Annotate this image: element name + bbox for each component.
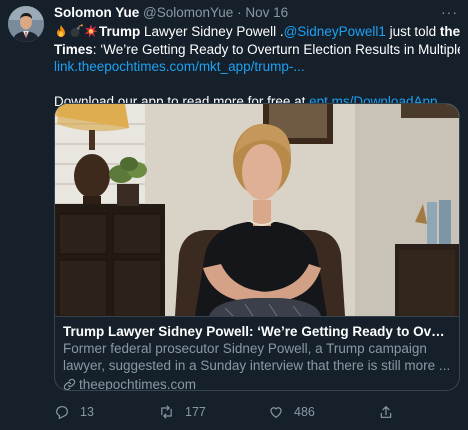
tweet-content: Solomon Yue @SolomonYue · Nov 16 Trump L… (54, 4, 460, 110)
tweet-text: Trump Lawyer Sidney Powell .@SidneyPowel… (54, 23, 460, 110)
card-image (55, 104, 459, 317)
tweet-date[interactable]: Nov 16 (245, 5, 288, 20)
avatar[interactable] (8, 6, 44, 42)
text-times: Times (54, 41, 93, 57)
link-card[interactable]: Trump Lawyer Sidney Powell: ‘We’re Getti… (54, 103, 460, 391)
fire-icon (54, 24, 68, 38)
text-epoch: the Epoch (439, 24, 460, 39)
link-icon (63, 378, 76, 390)
author-name[interactable]: Solomon Yue (54, 5, 139, 20)
text-quote: : ‘We’re Getting Ready to Overturn Elect… (92, 41, 460, 57)
explosion-icon (84, 24, 98, 38)
reply-button[interactable]: 13 (54, 404, 94, 420)
retweet-icon (161, 405, 172, 419)
share-icon (380, 406, 392, 418)
tweet-header: Solomon Yue @SolomonYue · Nov 16 (54, 4, 460, 22)
author-handle[interactable]: @SolomonYue (143, 5, 233, 20)
card-description: Former federal prosecutor Sidney Powell,… (63, 341, 451, 373)
tweet-actions: 13 177 486 (54, 404, 454, 424)
card-domain: theepochtimes.com (63, 376, 451, 391)
text-trump: Trump (99, 24, 141, 39)
reply-count: 13 (80, 405, 94, 419)
tweet[interactable]: ··· Solomon Yue @SolomonYue · Nov 16 Tru… (0, 0, 468, 430)
text-lawyer: Lawyer Sidney Powell . (140, 24, 284, 39)
like-button[interactable]: 486 (268, 404, 315, 420)
header-separator: · (237, 5, 242, 20)
reply-icon (56, 406, 68, 420)
card-title: Trump Lawyer Sidney Powell: ‘We’re Getti… (63, 324, 451, 339)
retweet-count: 177 (185, 405, 206, 419)
retweet-button[interactable]: 177 (158, 404, 206, 420)
text-just-told: just told (385, 24, 440, 39)
article-link[interactable]: link.theepochtimes.com/mkt_app/trump-... (54, 59, 305, 74)
share-button[interactable] (378, 404, 404, 420)
card-body: Trump Lawyer Sidney Powell: ‘We’re Getti… (55, 316, 459, 390)
bomb-icon (69, 24, 83, 38)
like-count: 486 (294, 405, 315, 419)
card-domain-text: theepochtimes.com (79, 377, 197, 391)
like-icon (270, 407, 282, 419)
mention-link[interactable]: @SidneyPowell1 (284, 24, 386, 39)
